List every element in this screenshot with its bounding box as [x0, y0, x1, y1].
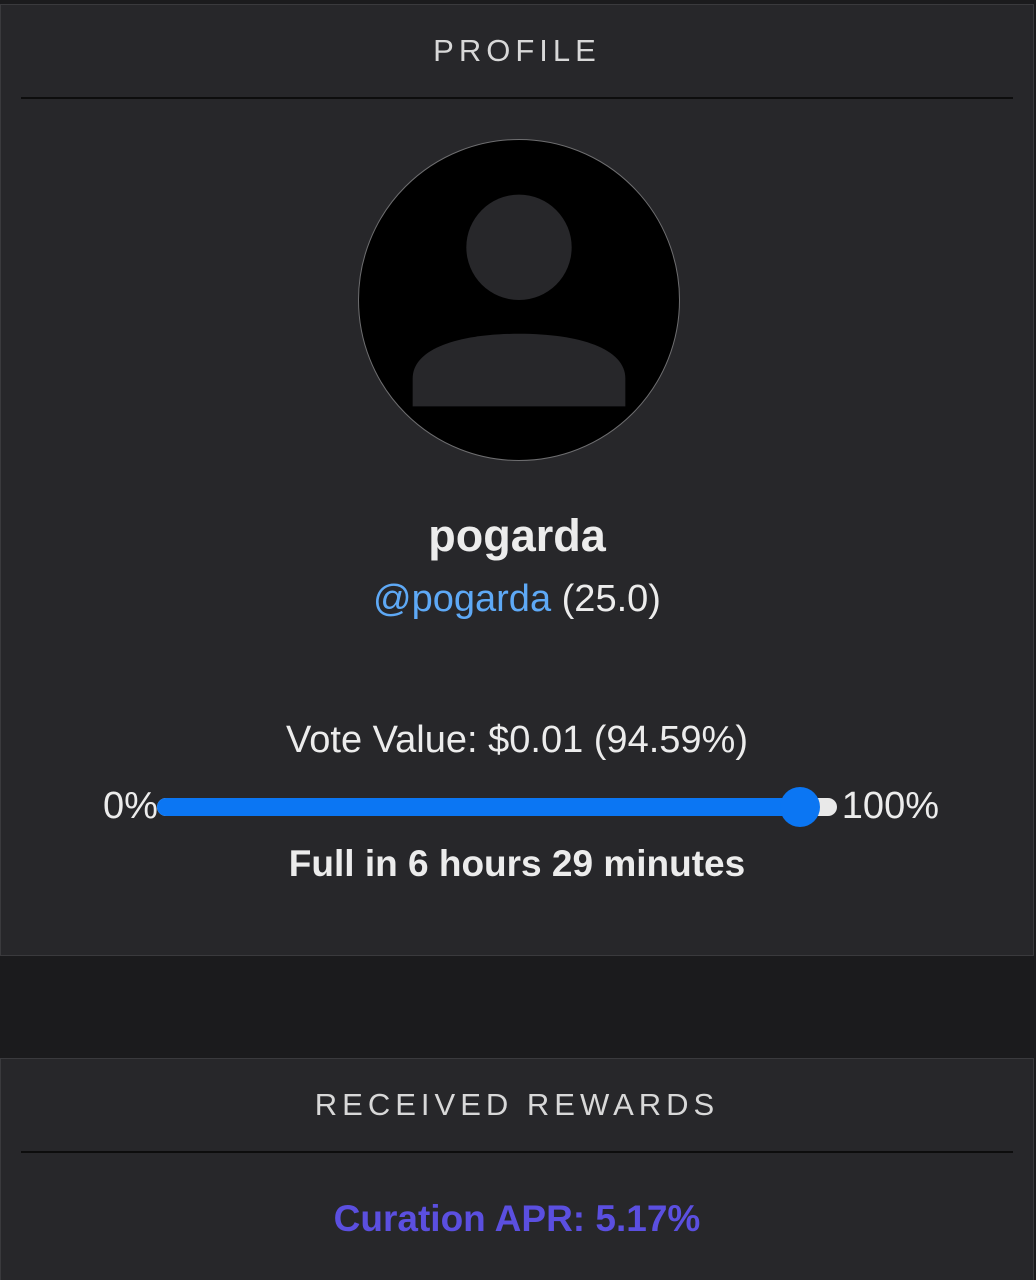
slider-fill [157, 798, 801, 816]
slider-min-label: 0% [103, 785, 158, 827]
profile-panel: PROFILE pogarda @pogarda (25.0) Vote Val… [0, 4, 1034, 956]
display-name: pogarda [428, 510, 606, 561]
avatar[interactable] [358, 139, 680, 461]
slider-thumb[interactable] [780, 787, 821, 827]
user-silhouette-icon [412, 194, 626, 407]
slider-max-label: 100% [841, 785, 939, 827]
profile-header: PROFILE [21, 5, 1013, 99]
curation-apr: Curation APR: 5.17% [333, 1198, 701, 1239]
reputation-score: (25.0) [561, 578, 661, 620]
rewards-header: RECEIVED REWARDS [21, 1059, 1013, 1153]
handle-link[interactable]: @pogarda [373, 578, 551, 620]
rewards-panel: RECEIVED REWARDS Curation APR: 5.17% [0, 1058, 1034, 1280]
handle-line: @pogarda (25.0) [1, 578, 1033, 621]
vote-weight-slider[interactable]: 0% 100% [103, 783, 939, 831]
slider-track[interactable] [157, 787, 837, 827]
recharge-time-text: Full in 6 hours 29 minutes [288, 843, 746, 884]
vote-value-label: Vote Value: $0.01 (94.59%) [286, 719, 748, 761]
